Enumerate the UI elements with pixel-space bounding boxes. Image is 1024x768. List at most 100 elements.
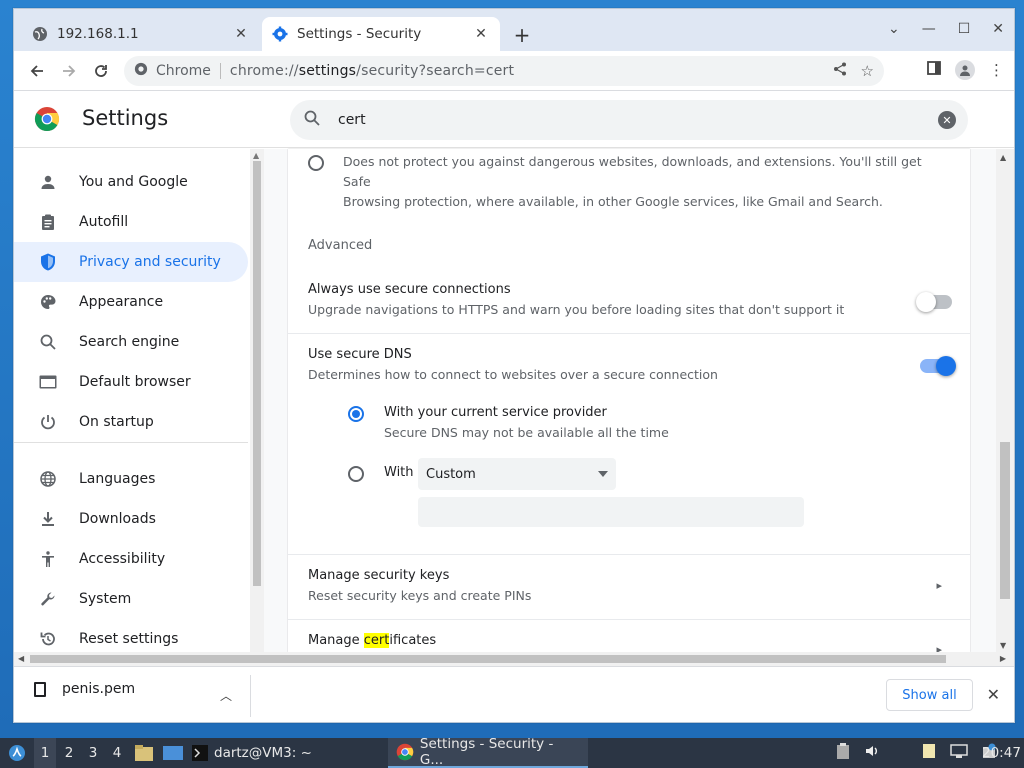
chevron-down-icon <box>598 471 608 477</box>
toolbar: Chrome chrome://settings/security?search… <box>14 51 1014 91</box>
close-icon[interactable]: ✕ <box>987 685 1000 704</box>
maximize-button[interactable]: ☐ <box>958 21 971 37</box>
sidebar-item-on-startup[interactable]: On startup <box>14 402 248 442</box>
browser-window: 192.168.1.1 ✕ Settings - Security ✕ + ⌄ … <box>13 8 1015 723</box>
dns-custom-radio[interactable] <box>348 466 364 482</box>
omnibox-actions: ☆ <box>833 62 874 80</box>
dns-custom-label: With <box>384 465 414 480</box>
file-manager-icon[interactable] <box>134 738 154 768</box>
horizontal-scrollbar[interactable]: ◀ ▶ <box>14 652 1014 666</box>
file-icon <box>34 681 46 697</box>
chevron-right-icon[interactable]: ▸ <box>936 643 942 652</box>
clock[interactable]: 20:47 <box>982 738 1021 768</box>
secure-dns-toggle[interactable] <box>920 356 956 376</box>
minimize-button[interactable]: — <box>922 21 936 37</box>
shield-icon <box>38 253 58 271</box>
main-scrollbar[interactable]: ▲ ▼ <box>996 149 1014 652</box>
arrow-left-icon <box>30 65 43 77</box>
app-menu-icon[interactable] <box>6 738 28 768</box>
scroll-left-arrow[interactable]: ◀ <box>18 654 24 663</box>
tab-search-icon[interactable]: ⌄ <box>888 21 900 37</box>
terminal-task[interactable]: dartz@VM3: ~ <box>192 738 312 768</box>
bookmark-star-icon[interactable]: ☆ <box>861 62 874 80</box>
workspace-3[interactable]: 3 <box>82 738 104 768</box>
workspace-2[interactable]: 2 <box>58 738 80 768</box>
download-item[interactable]: penis.pem <box>34 681 135 697</box>
https-toggle[interactable] <box>916 292 952 312</box>
address-bar[interactable]: Chrome chrome://settings/security?search… <box>124 56 884 86</box>
chrome-task-label: Settings - Security - G... <box>419 736 554 768</box>
browser-icon <box>38 375 58 389</box>
reload-button[interactable] <box>90 60 112 82</box>
back-button[interactable] <box>26 60 48 82</box>
sidebar-item-system[interactable]: System <box>14 579 248 619</box>
side-panel-icon[interactable] <box>927 61 941 79</box>
new-tab-button[interactable]: + <box>510 23 534 47</box>
sidebar-item-default-browser[interactable]: Default browser <box>14 362 248 402</box>
profile-avatar-icon[interactable] <box>955 60 975 80</box>
sidebar-item-search-engine[interactable]: Search engine <box>14 322 248 362</box>
security-keys-title: Manage security keys <box>308 568 450 583</box>
wrench-icon <box>38 591 58 607</box>
scrollbar-thumb[interactable] <box>30 655 946 663</box>
scroll-down-arrow[interactable]: ▼ <box>1000 641 1006 650</box>
divider <box>219 63 221 79</box>
dns-provider-select[interactable]: Custom <box>418 458 616 490</box>
sidebar-item-label: Languages <box>79 471 156 487</box>
security-card: Does not protect you against dangerous w… <box>288 149 970 652</box>
tab-router[interactable]: 192.168.1.1 ✕ <box>22 17 260 51</box>
sidebar-item-accessibility[interactable]: Accessibility <box>14 539 248 579</box>
scroll-right-arrow[interactable]: ▶ <box>1000 654 1006 663</box>
scroll-up-arrow[interactable]: ▲ <box>1000 153 1006 162</box>
share-icon[interactable] <box>833 62 847 80</box>
scrollbar-thumb[interactable] <box>1000 442 1010 599</box>
scheme-label: Chrome <box>156 63 211 79</box>
sidebar-item-privacy-and-security[interactable]: Privacy and security <box>14 242 248 282</box>
search-input[interactable] <box>338 112 898 128</box>
divider <box>250 675 251 717</box>
clipboard-tray-icon[interactable] <box>836 743 850 763</box>
tab-settings-security[interactable]: Settings - Security ✕ <box>262 17 500 51</box>
custom-dns-input[interactable] <box>418 497 804 527</box>
sidebar-item-label: Default browser <box>79 374 191 390</box>
chevron-right-icon[interactable]: ▸ <box>936 579 942 592</box>
close-icon[interactable]: ✕ <box>232 26 250 42</box>
network-icon[interactable] <box>950 743 968 763</box>
sidebar-item-autofill[interactable]: Autofill <box>14 202 248 242</box>
person-icon <box>38 174 58 190</box>
sidebar-item-you-and-google[interactable]: You and Google <box>14 162 248 202</box>
security-keys-description: Reset security keys and create PINs <box>308 588 532 603</box>
kebab-menu-icon[interactable]: ⋮ <box>989 61 1004 79</box>
sidebar-item-label: Autofill <box>79 214 129 230</box>
chrome-logo-icon <box>34 107 60 132</box>
manage-certificates-title[interactable]: Manage certificates <box>308 633 436 648</box>
dns-provider-radio[interactable] <box>348 406 364 422</box>
sidebar-divider <box>14 442 248 443</box>
sidebar-item-label: Appearance <box>79 294 164 310</box>
notes-icon[interactable] <box>922 743 936 763</box>
workspace-4[interactable]: 4 <box>106 738 128 768</box>
chevron-up-icon[interactable]: ︿ <box>220 687 232 704</box>
close-window-button[interactable]: ✕ <box>992 21 1004 37</box>
sidebar-item-languages[interactable]: Languages <box>14 459 248 499</box>
toggle-knob <box>916 292 936 312</box>
forward-button[interactable] <box>58 60 80 82</box>
chrome-task[interactable]: Settings - Security - G... <box>388 736 588 768</box>
scrollbar-thumb[interactable] <box>253 161 261 586</box>
no-protection-radio[interactable] <box>308 155 324 171</box>
sidebar: You and Google Autofill Privacy and secu… <box>14 149 264 652</box>
clear-search-icon[interactable]: ✕ <box>938 111 956 129</box>
sidebar-item-downloads[interactable]: Downloads <box>14 499 248 539</box>
sidebar-item-appearance[interactable]: Appearance <box>14 282 248 322</box>
no-protection-description: Does not protect you against dangerous w… <box>343 154 922 209</box>
workspace-1[interactable]: 1 <box>34 738 56 768</box>
show-desktop-icon[interactable] <box>162 738 184 768</box>
show-all-button[interactable]: Show all <box>886 679 973 711</box>
volume-icon[interactable] <box>864 743 880 763</box>
scroll-up-arrow[interactable]: ▲ <box>253 151 259 160</box>
close-icon[interactable]: ✕ <box>472 26 490 42</box>
sidebar-item-label: Privacy and security <box>79 254 221 270</box>
sidebar-scrollbar[interactable]: ▲ <box>250 149 264 652</box>
divider <box>288 333 970 334</box>
dns-provider-description: Secure DNS may not be available all the … <box>384 425 669 440</box>
